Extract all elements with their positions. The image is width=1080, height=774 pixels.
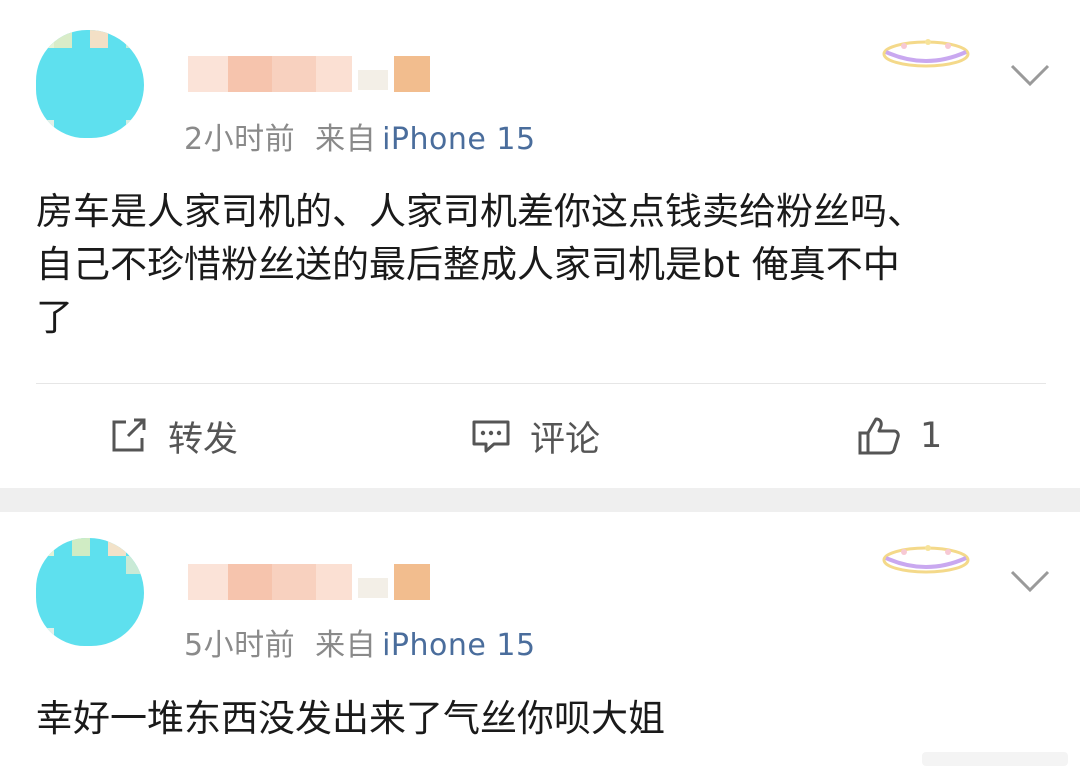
username-blurred[interactable] [188,56,448,94]
avatar[interactable] [36,538,144,646]
repost-label: 转发 [168,419,239,460]
badge-decoration-icon [882,545,970,574]
source-prefix: 来自 [315,628,377,663]
comment-line: 幸好一堆东西没发出来了气丝你呗大姐 [36,697,665,740]
share-square-icon [112,418,146,452]
comment-label: 评论 [530,419,601,460]
comment-line: 了 [36,296,73,339]
repost-button[interactable]: 转发 [108,408,238,464]
post-meta: 5小时前 来自 iPhone 15 [184,620,536,664]
thumbs-up-icon [858,417,900,455]
comment-bubble-icon [472,420,510,453]
post-time: 5小时前 [184,628,296,663]
comment-line: 自己不珍惜粉丝送的最后整成人家司机是bt 俺真不中 [36,243,900,286]
post-time: 2小时前 [184,122,296,157]
comment-text: 房车是人家司机的、人家司机差你这点钱卖给粉丝吗、 自己不珍惜粉丝送的最后整成人家… [36,185,1046,344]
watermark-icon [922,752,1068,766]
like-button[interactable]: 1 [856,408,942,464]
comment-card: 2小时前 来自 iPhone 15 房车是人家司机的、人家司机差你这点钱卖给粉丝吗、… [0,0,1080,488]
chevron-down-icon[interactable] [1008,62,1052,88]
comment-line: 房车是人家司机的、人家司机差你这点钱卖给粉丝吗、 [36,190,924,233]
source-device[interactable]: iPhone 15 [382,122,535,157]
like-count: 1 [920,416,943,456]
avatar[interactable] [36,30,144,138]
source-prefix: 来自 [315,122,377,157]
action-bar: 转发 评论 1 [0,408,1080,464]
comment-card: 5小时前 来自 iPhone 15 幸好一堆东西没发出来了气丝你呗大姐 [0,512,1080,774]
comment-button[interactable]: 评论 [470,408,600,464]
badge-decoration-icon [882,39,970,68]
card-separator [0,488,1080,512]
source-device[interactable]: iPhone 15 [382,628,535,663]
divider [36,383,1046,384]
comment-text: 幸好一堆东西没发出来了气丝你呗大姐 [36,692,1046,745]
username-blurred[interactable] [188,564,448,602]
post-meta: 2小时前 来自 iPhone 15 [184,114,536,158]
chevron-down-icon[interactable] [1008,568,1052,594]
